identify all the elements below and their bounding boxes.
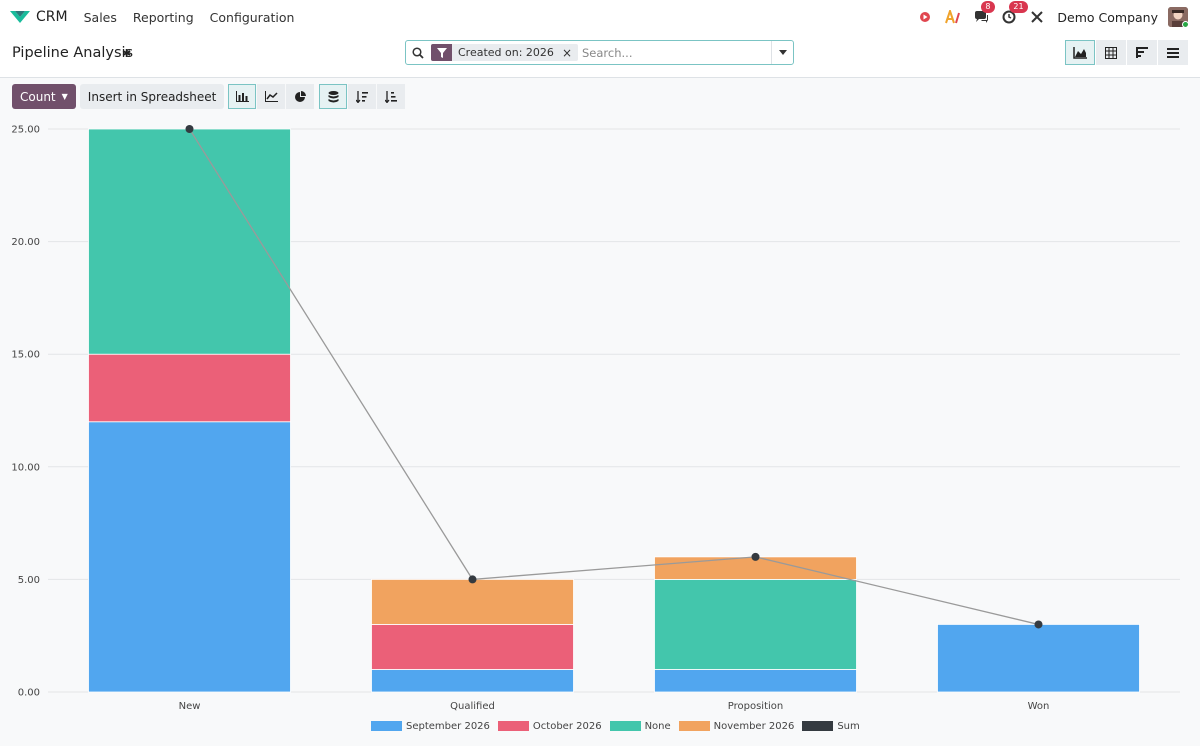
search-input[interactable] <box>582 45 777 60</box>
messages-badge: 8 <box>981 1 995 13</box>
legend-label: October 2026 <box>532 720 602 732</box>
bar-segment <box>88 353 291 423</box>
list-view-button[interactable] <box>1158 40 1188 65</box>
bar-segment <box>654 669 857 693</box>
area-chart-icon <box>1073 46 1087 59</box>
sum-point <box>185 125 194 133</box>
sum-line <box>188 128 1039 626</box>
caret-down-icon: ▼ <box>61 92 68 101</box>
activities-clock-icon[interactable]: 21 <box>1001 1 1028 25</box>
menu-sales[interactable]: Sales <box>84 10 117 25</box>
y-tick-label: 0.00 <box>18 688 40 699</box>
search-bar: Created on: 2026 × <box>405 40 794 65</box>
stacked-toggle-button[interactable] <box>319 84 348 109</box>
legend-item[interactable]: September 2026 <box>371 721 490 732</box>
line-chart-icon <box>264 91 278 102</box>
user-avatar[interactable] <box>1168 7 1188 27</box>
facet-label: Created on: 2026 <box>458 46 554 59</box>
legend-label: Sum <box>837 720 860 732</box>
control-panel: Pipeline Analysis ✱ Created on: 2026 × <box>0 34 1200 78</box>
bar-chart-button[interactable] <box>228 84 257 109</box>
chart-type-group <box>228 84 315 109</box>
online-status-dot <box>1182 21 1188 27</box>
y-tick-label: 5.00 <box>18 575 40 586</box>
legend-label: November 2026 <box>713 720 795 732</box>
bar-segment <box>88 421 291 693</box>
menu-reporting[interactable]: Reporting <box>133 10 194 25</box>
legend-label: September 2026 <box>406 720 490 732</box>
bar-chart-icon <box>235 91 249 102</box>
pie-chart-button[interactable] <box>286 84 315 109</box>
sort-ascending-icon <box>385 90 398 103</box>
pipeline-bar-chart: 0.00 5.00 10.00 15.00 20.00 25.00 New Qualified… <box>11 125 1180 712</box>
x-tick-label: Won <box>1028 701 1050 712</box>
sum-point <box>751 552 760 561</box>
systray: 8 21 Demo Company <box>905 0 1188 34</box>
filter-icon <box>431 44 452 61</box>
legend-item[interactable]: Sum <box>802 720 860 732</box>
bar-segment <box>654 578 857 670</box>
list-icon <box>1167 47 1179 58</box>
legend-swatch <box>802 721 834 731</box>
bar-segment <box>371 578 574 625</box>
legend-swatch <box>609 721 641 731</box>
y-tick-label: 25.00 <box>11 125 40 136</box>
sum-point <box>1034 620 1043 629</box>
facet-remove-icon[interactable]: × <box>562 46 578 60</box>
x-tick-label: Proposition <box>728 701 783 712</box>
database-icon <box>328 90 339 102</box>
y-tick-label: 15.00 <box>11 350 40 361</box>
search-icon[interactable] <box>406 46 430 59</box>
x-tick-label: Qualified <box>450 701 495 712</box>
gear-icon[interactable]: ✱ <box>122 47 131 60</box>
y-tick-label: 20.00 <box>11 237 40 248</box>
sum-point <box>468 575 477 584</box>
bar-segment <box>937 624 1140 693</box>
view-switcher <box>1064 40 1188 65</box>
x-tick-label: New <box>179 701 201 712</box>
graph-toolbar: Count ▼ Insert in Spreadsheet <box>12 84 406 109</box>
line-chart-button[interactable] <box>257 84 286 109</box>
chart-legend: September 2026 October 2026 None November 2… <box>371 719 868 733</box>
measure-dropdown-button[interactable]: Count ▼ <box>12 84 76 109</box>
top-navbar: CRM Sales Reporting Configuration 8 21 D… <box>0 0 1200 34</box>
search-facet: Created on: 2026 × <box>431 44 578 61</box>
legend-swatch <box>678 721 710 731</box>
search-options-toggle[interactable] <box>771 41 793 64</box>
chart-option-group <box>319 84 406 109</box>
page-title: Pipeline Analysis <box>12 45 134 61</box>
y-tick-label: 10.00 <box>11 462 40 473</box>
crm-logo-icon[interactable] <box>10 9 30 25</box>
legend-item[interactable]: November 2026 <box>678 720 795 732</box>
bars-left-icon <box>1136 47 1148 58</box>
tools-icon[interactable] <box>1029 9 1045 25</box>
sort-descending-icon <box>356 90 369 103</box>
measure-label: Count <box>20 89 56 104</box>
menu-configuration[interactable]: Configuration <box>210 10 295 25</box>
legend-swatch <box>371 721 402 731</box>
messages-icon[interactable]: 8 <box>973 1 995 25</box>
graph-view-button[interactable] <box>1065 40 1095 65</box>
company-switcher[interactable]: Demo Company <box>1057 10 1158 25</box>
caret-down-icon <box>778 50 787 55</box>
record-icon[interactable] <box>917 9 933 25</box>
cohort-view-button[interactable] <box>1127 40 1157 65</box>
pivot-view-button[interactable] <box>1096 40 1126 65</box>
table-icon <box>1105 46 1117 59</box>
pie-chart-icon <box>295 90 307 102</box>
legend-item[interactable]: October 2026 <box>497 720 602 732</box>
activities-badge: 21 <box>1009 1 1028 13</box>
sort-descending-button[interactable] <box>348 84 377 109</box>
legend-item[interactable]: None <box>609 720 671 732</box>
bar-segment <box>371 624 574 670</box>
ai-icon[interactable] <box>945 9 961 25</box>
sort-ascending-button[interactable] <box>377 84 406 109</box>
legend-swatch <box>497 721 529 731</box>
app-name[interactable]: CRM <box>36 9 68 25</box>
insert-spreadsheet-button[interactable]: Insert in Spreadsheet <box>79 84 225 109</box>
legend-label: None <box>644 720 671 732</box>
bar-segment <box>371 669 574 693</box>
